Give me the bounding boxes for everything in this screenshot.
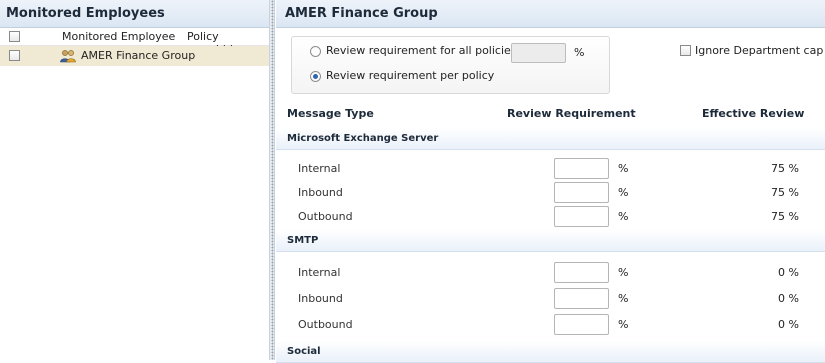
review-requirement-input[interactable] <box>554 314 609 335</box>
percent-sign: % <box>618 186 629 199</box>
policy-row-exchange-inbound: Inbound % 75 % <box>276 181 825 205</box>
monitored-employees-pane: Monitored Employees Monitored Employee P… <box>0 0 270 360</box>
message-type-label: Internal <box>298 266 341 279</box>
splitter-grip <box>271 0 274 360</box>
employee-grid-header: Monitored Employee Policy overridden <box>0 28 269 56</box>
select-all-checkbox[interactable] <box>9 31 20 42</box>
employee-row-amer-finance-group[interactable]: AMER Finance Group <box>0 46 269 66</box>
per-policy-radio[interactable] <box>310 71 321 82</box>
column-header-effective-review: Effective Review <box>702 107 805 120</box>
policy-row-smtp-internal: Internal % 0 % <box>276 261 825 285</box>
review-requirement-options: Review requirement for all policies % Re… <box>291 36 610 94</box>
effective-review-value: 75 % <box>771 186 799 199</box>
section-title: Social <box>287 346 321 357</box>
message-type-label: Inbound <box>298 186 343 199</box>
row-checkbox[interactable] <box>9 50 20 61</box>
section-smtp: SMTP <box>276 230 825 252</box>
percent-sign: % <box>618 292 629 305</box>
policy-row-exchange-internal: Internal % 75 % <box>276 157 825 181</box>
column-header-message-type: Message Type <box>287 107 374 120</box>
pane-splitter[interactable] <box>270 0 275 360</box>
effective-review-value: 0 % <box>778 318 799 331</box>
effective-review-value: 0 % <box>778 266 799 279</box>
ignore-department-cap-label[interactable]: Ignore Department cap <box>695 44 823 57</box>
column-header-review-requirement: Review Requirement <box>507 107 636 120</box>
group-title: AMER Finance Group <box>276 0 825 28</box>
effective-review-value: 0 % <box>778 292 799 305</box>
message-type-label: Outbound <box>298 210 353 223</box>
all-policies-percent-input[interactable] <box>511 43 566 63</box>
monitored-employees-title: Monitored Employees <box>0 0 269 28</box>
per-policy-label[interactable]: Review requirement per policy <box>326 69 494 82</box>
employee-row-label: AMER Finance Group <box>81 49 196 62</box>
effective-review-value: 75 % <box>771 162 799 175</box>
percent-sign: % <box>618 318 629 331</box>
policy-row-exchange-outbound: Outbound % 75 % <box>276 205 825 229</box>
review-requirement-input[interactable] <box>554 206 609 227</box>
all-policies-radio[interactable] <box>310 46 321 57</box>
message-type-label: Outbound <box>298 318 353 331</box>
percent-sign: % <box>618 210 629 223</box>
all-policies-label[interactable]: Review requirement for all policies <box>326 44 517 57</box>
review-table-header: Message Type Review Requirement Effectiv… <box>276 104 825 124</box>
ignore-department-cap-checkbox[interactable] <box>680 45 691 56</box>
group-settings-pane: AMER Finance Group Review requirement fo… <box>276 0 825 363</box>
message-type-label: Internal <box>298 162 341 175</box>
review-requirement-input[interactable] <box>554 262 609 283</box>
review-requirement-input[interactable] <box>554 288 609 309</box>
section-microsoft-exchange-server: Microsoft Exchange Server <box>276 128 825 150</box>
effective-review-value: 75 % <box>771 210 799 223</box>
column-header-monitored-employee[interactable]: Monitored Employee <box>62 30 175 43</box>
percent-sign: % <box>618 266 629 279</box>
section-title: Microsoft Exchange Server <box>287 133 439 144</box>
policy-row-smtp-outbound: Outbound % 0 % <box>276 313 825 337</box>
section-title: SMTP <box>287 235 319 246</box>
all-policies-percent-sign: % <box>574 46 585 59</box>
review-requirement-input[interactable] <box>554 158 609 179</box>
group-icon <box>60 50 76 63</box>
message-type-label: Inbound <box>298 292 343 305</box>
policy-row-smtp-inbound: Inbound % 0 % <box>276 287 825 311</box>
review-requirement-input[interactable] <box>554 182 609 203</box>
percent-sign: % <box>618 162 629 175</box>
